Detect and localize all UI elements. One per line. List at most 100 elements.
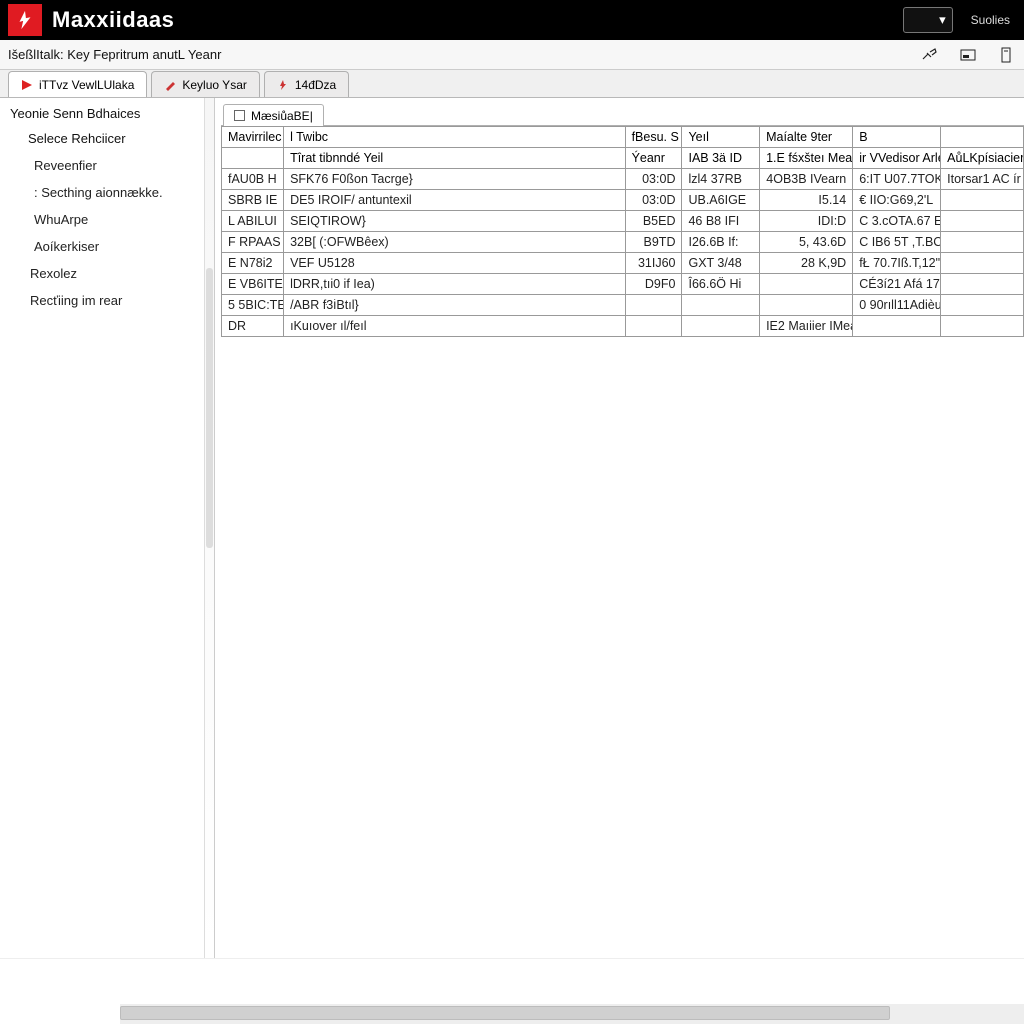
tool-icon[interactable] bbox=[920, 46, 940, 64]
scrollbar-thumb[interactable] bbox=[206, 268, 213, 548]
table-row[interactable]: L ABILUISEIQTIROW}B5ED46 B8 IFIIDI:DC 3.… bbox=[222, 211, 1024, 232]
cell: SEIQTIROW} bbox=[284, 211, 625, 232]
sidebar: Yeonie Senn Bdhaices Selece Rehciicer Re… bbox=[0, 98, 215, 958]
cell: D9F0 bbox=[625, 274, 682, 295]
tab-1[interactable]: Keyluo Ysar bbox=[151, 71, 259, 97]
cell: C IB6 5T ,T.BCTı bbox=[853, 232, 941, 253]
cell: I5.14 bbox=[760, 190, 853, 211]
cell bbox=[941, 211, 1024, 232]
app-header: Maxxiidaas ▾ Suolies bbox=[0, 0, 1024, 40]
cell: 28 K,9D bbox=[760, 253, 853, 274]
col-6[interactable] bbox=[941, 127, 1024, 148]
data-grid: Mavirrilec l Twibc fBesu. S Yeıl Maíalte… bbox=[221, 125, 1024, 337]
tab-2[interactable]: 14đDza bbox=[264, 71, 349, 97]
cell: SFK76 F0ßon Tacrge} bbox=[284, 169, 625, 190]
cell: Î66.6Ö Hi bbox=[682, 274, 760, 295]
cell: GXT 3/48 bbox=[682, 253, 760, 274]
cell: B9TD bbox=[625, 232, 682, 253]
cell: /ABR fּוֹ3Btıl} bbox=[284, 295, 625, 316]
tab-label: Keyluo Ysar bbox=[182, 78, 246, 92]
cell: E VB6ITE bbox=[222, 274, 284, 295]
tab-label: 14đDza bbox=[295, 78, 336, 92]
cell bbox=[941, 232, 1024, 253]
col-2[interactable]: fBesu. S bbox=[625, 127, 682, 148]
sidebar-item-0[interactable]: Reveenfier bbox=[10, 152, 204, 179]
col-4[interactable]: Maíalte 9ter bbox=[760, 127, 853, 148]
cell: B5ED bbox=[625, 211, 682, 232]
table-row[interactable]: F RPAAS32B[ (:OFWBêex)B9TDI26.6B If:5, 4… bbox=[222, 232, 1024, 253]
table-row[interactable]: fAU0B HSFK76 F0ßon Tacrge}03:0Dlzl4 37RB… bbox=[222, 169, 1024, 190]
cell: L ABILUI bbox=[222, 211, 284, 232]
cell: VEF U5128 bbox=[284, 253, 625, 274]
sidebar-scrollbar[interactable] bbox=[204, 98, 214, 958]
window-icon[interactable] bbox=[958, 46, 978, 64]
col-3[interactable]: Yeıl bbox=[682, 127, 760, 148]
header-dropdown[interactable]: ▾ bbox=[903, 7, 953, 33]
cell: fAU0B H bbox=[222, 169, 284, 190]
cell: 32B[ (:OFWBêex) bbox=[284, 232, 625, 253]
hdr-2[interactable]: Ýeanr bbox=[625, 148, 682, 169]
cell: 03:0D bbox=[625, 169, 682, 190]
cell: 46 B8 IFI bbox=[682, 211, 760, 232]
cell bbox=[625, 295, 682, 316]
cell: DE5 IROIF/ antuntexil bbox=[284, 190, 625, 211]
header-button[interactable]: Suolies bbox=[965, 9, 1016, 31]
cell: 4OB3B IVearn bbox=[760, 169, 853, 190]
tab-row: iTTvz VewlLUlaka Keyluo Ysar 14đDza bbox=[0, 70, 1024, 98]
cell: fŁ 70.7Iß.T,12"í bbox=[853, 253, 941, 274]
cell bbox=[941, 253, 1024, 274]
cell bbox=[941, 295, 1024, 316]
device-icon[interactable] bbox=[996, 46, 1016, 64]
sidebar-item-1[interactable]: : Secthing aionnække. bbox=[10, 179, 204, 206]
hdr-3[interactable]: IAB 3ä ID bbox=[682, 148, 760, 169]
table-row[interactable]: E VB6ITElDRR,tıi0 if Iea)D9F0Î66.6Ö HiCÉ… bbox=[222, 274, 1024, 295]
table-row[interactable]: 5 5BIC:TE/ABR fּוֹ3Btıl}0 90rıll11Adièuc bbox=[222, 295, 1024, 316]
ftr-6 bbox=[941, 316, 1024, 337]
arrow-icon bbox=[21, 79, 33, 91]
cell: 31IJ60 bbox=[625, 253, 682, 274]
cell bbox=[941, 274, 1024, 295]
flame-small-icon bbox=[277, 79, 289, 91]
table-row[interactable]: SBRB IEDE5 IROIF/ antuntexil03:0DUB.A6IG… bbox=[222, 190, 1024, 211]
page-bottom bbox=[0, 958, 1024, 1024]
cell bbox=[682, 295, 760, 316]
hdr-4[interactable]: 1.E fśxšteı Mean bbox=[760, 148, 853, 169]
ftr-1: ıKuıover ıl/feıl bbox=[284, 316, 625, 337]
cell: 0 90rıll11Adièuc bbox=[853, 295, 941, 316]
sidebar-item-5[interactable]: Recťiing im rear bbox=[10, 287, 204, 314]
sidebar-heading-2[interactable]: Selece Rehciicer bbox=[28, 131, 204, 146]
cell: F RPAAS bbox=[222, 232, 284, 253]
col-5[interactable]: B bbox=[853, 127, 941, 148]
ftr-3 bbox=[682, 316, 760, 337]
table-row[interactable]: E N78i2VEF U512831IJ60GXT 3/4828 K,9DfŁ … bbox=[222, 253, 1024, 274]
ftr-2 bbox=[625, 316, 682, 337]
cell: I26.6B If: bbox=[682, 232, 760, 253]
cell: UB.A6IGE bbox=[682, 190, 760, 211]
grid-footer-row[interactable]: DR ıKuıover ıl/feıl IE2 Maıiier IMeáı+ bbox=[222, 316, 1024, 337]
brand-text: Maxxiidaas bbox=[52, 7, 174, 33]
scrollbar-thumb[interactable] bbox=[120, 1006, 890, 1020]
col-0[interactable]: Mavirrilec bbox=[222, 127, 284, 148]
hdr-6[interactable]: AůLKpísiacier bbox=[941, 148, 1024, 169]
cell: € IIO:G69,2'L bbox=[853, 190, 941, 211]
cell: 03:0D bbox=[625, 190, 682, 211]
inner-tab-checkbox[interactable] bbox=[234, 110, 245, 121]
content-body: Yeonie Senn Bdhaices Selece Rehciicer Re… bbox=[0, 98, 1024, 958]
horizontal-scrollbar[interactable] bbox=[120, 1004, 1024, 1024]
hdr-0[interactable] bbox=[222, 148, 284, 169]
ftr-0: DR bbox=[222, 316, 284, 337]
cell bbox=[941, 190, 1024, 211]
cell: lzl4 37RB bbox=[682, 169, 760, 190]
sidebar-item-3[interactable]: Aoíkerkiser bbox=[10, 233, 204, 260]
inner-tab[interactable]: MæsiůaBE| bbox=[223, 104, 324, 126]
hdr-5[interactable]: ir VVedisor Arle bbox=[853, 148, 941, 169]
sidebar-item-2[interactable]: WhuArpe bbox=[10, 206, 204, 233]
tab-0[interactable]: iTTvz VewlLUlaka bbox=[8, 71, 147, 97]
breadcrumb-bar: IšeßlItalk: Key Fepritrum anutL Yeanr bbox=[0, 40, 1024, 70]
col-1[interactable]: l Twibc bbox=[284, 127, 625, 148]
cell bbox=[760, 295, 853, 316]
brand-logo bbox=[8, 4, 42, 36]
inner-tab-label: MæsiůaBE| bbox=[251, 109, 313, 123]
sidebar-item-4[interactable]: Rexolez bbox=[10, 260, 204, 287]
hdr-1[interactable]: Tîrat tibnndé Yeil bbox=[284, 148, 625, 169]
